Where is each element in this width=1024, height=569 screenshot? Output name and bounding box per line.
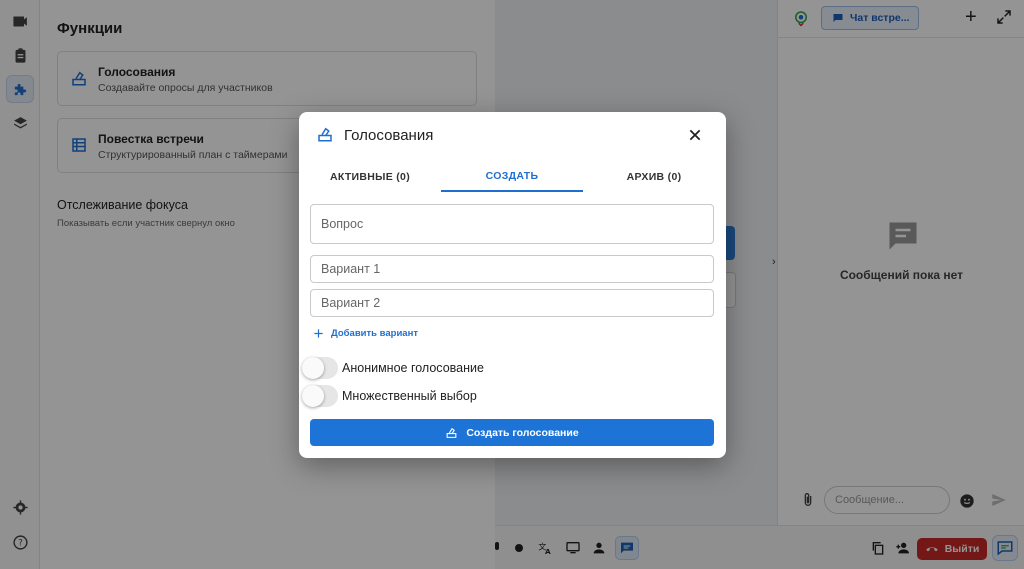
modal-tabs: АКТИВНЫЕ (0) СОЗДАТЬ АРХИВ (0) (299, 162, 726, 192)
add-option-button[interactable]: Добавить вариант (313, 328, 418, 339)
anonymous-toggle[interactable] (302, 357, 338, 379)
ballot-icon (318, 127, 332, 142)
tab-create[interactable]: СОЗДАТЬ (441, 162, 583, 192)
multiple-choice-toggle-label: Множественный выбор (342, 389, 477, 403)
option-placeholder: Вариант 1 (321, 262, 381, 276)
question-input[interactable]: Вопрос (310, 204, 714, 244)
question-placeholder: Вопрос (321, 217, 364, 231)
multiple-choice-toggle[interactable] (302, 385, 338, 407)
option-input-1[interactable]: Вариант 1 (310, 255, 714, 283)
tab-active[interactable]: АКТИВНЫЕ (0) (299, 162, 441, 192)
modal-title: Голосования (344, 127, 434, 144)
ballot-icon (446, 427, 457, 438)
close-icon[interactable] (687, 127, 703, 143)
plus-icon (314, 329, 323, 338)
anonymous-toggle-row: Анонимное голосование (302, 357, 484, 379)
option-input-2[interactable]: Вариант 2 (310, 289, 714, 317)
create-poll-label: Создать голосование (466, 426, 579, 439)
anonymous-toggle-label: Анонимное голосование (342, 361, 484, 375)
polls-modal: Голосования АКТИВНЫЕ (0) СОЗДАТЬ АРХИВ (… (299, 112, 726, 458)
option-placeholder: Вариант 2 (321, 296, 381, 310)
add-option-label: Добавить вариант (331, 328, 418, 339)
multiple-choice-toggle-row: Множественный выбор (302, 385, 477, 407)
create-poll-button[interactable]: Создать голосование (310, 419, 714, 446)
tab-archive[interactable]: АРХИВ (0) (583, 162, 725, 192)
